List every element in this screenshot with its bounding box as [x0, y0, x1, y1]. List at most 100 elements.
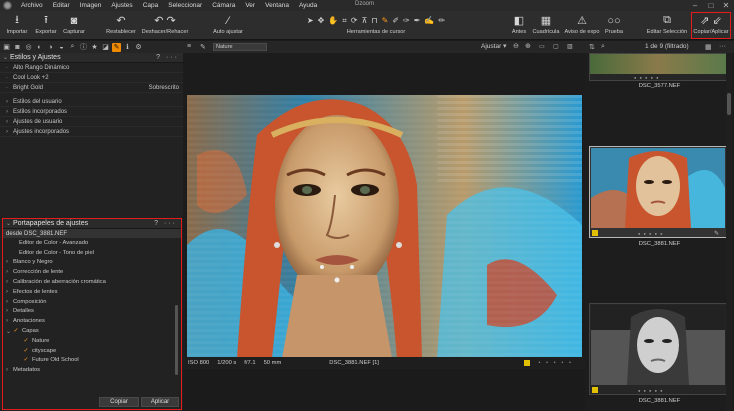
info-tab-icon[interactable]: ℹ: [123, 43, 132, 52]
menu-capa[interactable]: Capa: [138, 2, 164, 9]
styles-panel-header[interactable]: ⌄ Estilos y Ajustes ? ···: [0, 53, 183, 63]
menu-ayuda[interactable]: Ayuda: [294, 2, 322, 9]
thumbnail-item-selected[interactable]: ● ● ● ● ● ✎: [589, 146, 727, 238]
applied-style[interactable]: · Alto Rango Dinámico: [0, 63, 183, 73]
apply-button[interactable]: Aplicar: [141, 397, 179, 407]
close-icon[interactable]: ✕: [719, 0, 733, 11]
color-tab-icon[interactable]: ◐: [35, 43, 44, 52]
clipboard-item[interactable]: › Metadatos: [3, 365, 181, 375]
scrollbar-thumb[interactable]: [727, 93, 731, 115]
edit-selection-button[interactable]: ⧉ Editar Selección: [645, 13, 689, 35]
clipboard-item[interactable]: ✓ Future Old School: [3, 356, 181, 366]
clipboard-item[interactable]: Editor de Color - Avanzado: [3, 238, 181, 248]
checkbox-checked-icon[interactable]: ✓: [23, 357, 29, 363]
menu-camara[interactable]: Cámara: [207, 2, 240, 9]
chevron-right-icon[interactable]: ›: [6, 318, 13, 324]
panel-options-icon[interactable]: ? ···: [156, 54, 179, 61]
pan-tool-icon[interactable]: ✥: [318, 16, 325, 25]
browser-search-icon[interactable]: ⌕: [601, 43, 605, 51]
clipboard-item[interactable]: › Anotaciones: [3, 316, 181, 326]
metadata-tab-icon[interactable]: ⓘ: [79, 43, 88, 52]
copy-apply-button[interactable]: ⇗ ⇙ Copiar/Aplicar: [691, 12, 731, 39]
zoom-in-icon[interactable]: ⊕: [525, 42, 531, 50]
menu-ajustes[interactable]: Ajustes: [106, 2, 137, 9]
capture-button[interactable]: ◙ Capturar: [60, 13, 88, 36]
chevron-right-icon[interactable]: ›: [6, 279, 13, 285]
brush-icon[interactable]: ✎: [200, 43, 206, 51]
clipboard-item[interactable]: ✓ cityscape: [3, 346, 181, 356]
favorites-tab-icon[interactable]: ★: [90, 43, 99, 52]
thumbnail-item[interactable]: ● ● ● ● ●: [589, 303, 727, 395]
menu-archivo[interactable]: Archivo: [16, 2, 48, 9]
color-tag-icon[interactable]: [592, 230, 598, 236]
rating-stars[interactable]: • • • • •: [538, 360, 573, 366]
preset-dropdown[interactable]: Nature: [213, 43, 267, 51]
style-group[interactable]: › Ajustes incorporados: [0, 127, 183, 137]
chevron-right-icon[interactable]: ›: [6, 289, 13, 295]
clipboard-item[interactable]: Editor de Color - Tono de piel: [3, 248, 181, 258]
settings-tab-icon[interactable]: ⚙: [134, 43, 143, 52]
heal-tool-icon[interactable]: ✒: [414, 16, 421, 25]
color-tag-icon[interactable]: [524, 360, 531, 366]
panel-options-icon[interactable]: ? ···: [154, 220, 177, 227]
thumbnail-item[interactable]: ● ● ● ● ●: [589, 53, 727, 81]
crop-tool-icon[interactable]: ⌗: [342, 16, 347, 26]
hand-tool-icon[interactable]: ✋: [328, 16, 338, 25]
color-tag-icon[interactable]: [592, 387, 598, 393]
minimize-icon[interactable]: –: [688, 0, 702, 11]
reset-button[interactable]: ↶ Restablecer: [104, 13, 138, 35]
capture-tab-icon[interactable]: ◙: [13, 43, 22, 52]
auto-adjust-button[interactable]: ⁄ Auto ajustar: [209, 13, 247, 36]
adjustments-tab-icon[interactable]: ✎: [112, 42, 121, 52]
grid-button[interactable]: ▦ Cuadrícula: [531, 13, 561, 35]
checkbox-checked-icon[interactable]: ✓: [23, 348, 29, 354]
style-group[interactable]: › Estilos del usuario: [0, 97, 183, 107]
sort-icon[interactable]: ⇅: [589, 43, 595, 51]
clipboard-item[interactable]: › Efectos de lentes: [3, 287, 181, 297]
chevron-right-icon[interactable]: ›: [6, 269, 13, 275]
layers-icon[interactable]: ≡: [187, 43, 191, 50]
multi-view-icon[interactable]: ▥: [567, 43, 573, 50]
chevron-right-icon[interactable]: ›: [6, 299, 13, 305]
maximize-icon[interactable]: □: [704, 0, 718, 11]
thumbnail-rating[interactable]: ● ● ● ● ●: [638, 388, 664, 393]
exposure-warning-button[interactable]: ⚠ Aviso de expo: [562, 13, 602, 35]
before-button[interactable]: ◧ Antes: [508, 13, 530, 35]
clipboard-item[interactable]: › Blanco y Negro: [3, 258, 181, 268]
clipboard-item[interactable]: ⌄ ✓ Capas: [3, 326, 181, 336]
fit-label[interactable]: Ajustar: [481, 43, 501, 50]
lens-tab-icon[interactable]: ◎: [24, 43, 33, 52]
thumbnail-rating[interactable]: ● ● ● ● ●: [634, 75, 660, 80]
clipboard-item[interactable]: › Composición: [3, 297, 181, 307]
clipboard-item[interactable]: › Calibración de aberración cromática: [3, 277, 181, 287]
menu-ventana[interactable]: Ventana: [260, 2, 294, 9]
thumbnail-rating[interactable]: ● ● ● ● ●: [638, 231, 664, 236]
keystone-tool-icon[interactable]: ⊼: [362, 16, 368, 25]
ruler-icon[interactable]: ▭: [539, 43, 545, 50]
undo-redo-button[interactable]: ↶ ↷ Deshacer/Rehacer: [139, 13, 191, 35]
chevron-down-icon[interactable]: ⌄: [6, 328, 13, 335]
chevron-right-icon[interactable]: ›: [6, 308, 13, 314]
browser-view-icon[interactable]: ▦: [705, 43, 712, 51]
rotate-tool-icon[interactable]: ⟳: [351, 16, 358, 25]
search-tab-icon[interactable]: ⌕: [68, 43, 77, 52]
browser-options-icon[interactable]: ···: [719, 43, 726, 50]
fit-dropdown-icon[interactable]: ▾: [503, 42, 507, 50]
single-view-icon[interactable]: ▢: [553, 43, 559, 50]
checkbox-checked-icon[interactable]: ✓: [13, 328, 19, 334]
menu-editar[interactable]: Editar: [48, 2, 75, 9]
menu-seleccionar[interactable]: Seleccionar: [163, 2, 207, 9]
gradient-tool-icon[interactable]: ✑: [403, 16, 410, 25]
style-group[interactable]: › Ajustes de usuario: [0, 117, 183, 127]
chevron-right-icon[interactable]: ›: [6, 367, 13, 373]
clipboard-item[interactable]: › Corrección de lente: [3, 267, 181, 277]
menu-imagen[interactable]: Imagen: [75, 2, 107, 9]
menu-ver[interactable]: Ver: [240, 2, 260, 9]
picker-tool-icon[interactable]: ✍: [424, 16, 434, 25]
copy-button[interactable]: Copiar: [99, 397, 139, 407]
pointer-tool-icon[interactable]: ➤: [307, 16, 314, 25]
import-button[interactable]: ⭳ Importar: [4, 13, 30, 35]
library-tab-icon[interactable]: ▣: [2, 43, 11, 52]
browser-scrollbar[interactable]: [726, 53, 732, 411]
clipboard-item[interactable]: › Detalles: [3, 307, 181, 317]
